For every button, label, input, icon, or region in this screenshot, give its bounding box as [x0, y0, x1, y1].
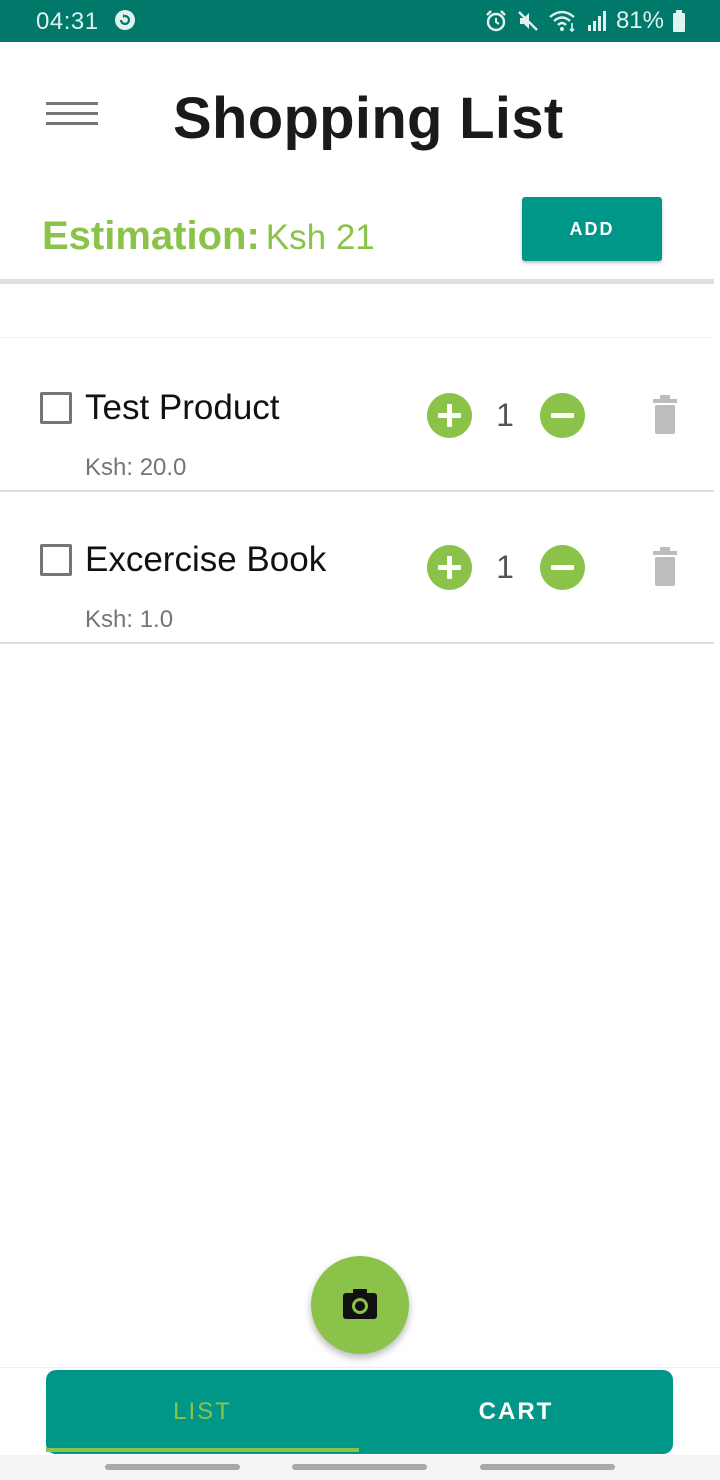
home-button[interactable]: [292, 1464, 427, 1470]
mute-icon: [518, 11, 538, 31]
tab-list[interactable]: LIST: [46, 1370, 359, 1454]
increase-quantity-button[interactable]: [427, 393, 472, 438]
battery-icon: [673, 10, 685, 32]
camera-button[interactable]: [311, 1256, 409, 1354]
decrease-quantity-button[interactable]: [540, 545, 585, 590]
tab-cart[interactable]: CART: [359, 1370, 673, 1454]
wifi-icon: [549, 10, 575, 33]
estimation-label: Estimation:: [42, 214, 260, 258]
item-price: Ksh: 1.0: [85, 606, 174, 633]
item-name: Test Product: [85, 388, 280, 427]
camera-icon: [343, 1289, 377, 1319]
item-name: Excercise Book: [85, 540, 327, 579]
add-button[interactable]: ADD: [522, 197, 662, 261]
back-button[interactable]: [480, 1464, 615, 1470]
status-bar: 04:31 81%: [0, 0, 720, 42]
system-nav-bar: [0, 1455, 720, 1480]
list-item: Test Product Ksh: 20.0 1: [0, 338, 714, 492]
recent-apps-button[interactable]: [105, 1464, 240, 1470]
item-quantity: 1: [496, 549, 514, 585]
decrease-quantity-button[interactable]: [540, 393, 585, 438]
item-price: Ksh: 20.0: [85, 454, 187, 481]
estimation: Estimation: Ksh 21: [42, 214, 375, 259]
trash-icon[interactable]: [653, 546, 677, 586]
list-item: Excercise Book Ksh: 1.0 1: [0, 490, 714, 644]
estimation-value: Ksh 21: [265, 218, 375, 257]
sync-icon: [115, 10, 135, 30]
bottom-nav: LIST CART: [46, 1370, 673, 1454]
item-checkbox[interactable]: [40, 544, 72, 576]
alarm-icon: [486, 10, 506, 32]
item-checkbox[interactable]: [40, 392, 72, 424]
bottom-divider: [0, 1367, 720, 1368]
status-icons: 81%: [484, 7, 686, 35]
hamburger-menu-icon[interactable]: [46, 102, 98, 126]
signal-icon: [587, 11, 606, 31]
battery-percent: 81%: [615, 7, 664, 34]
header-divider: [0, 279, 714, 284]
item-quantity: 1: [496, 397, 514, 433]
increase-quantity-button[interactable]: [427, 545, 472, 590]
status-time: 04:31: [36, 8, 99, 35]
page-title: Shopping List: [173, 86, 564, 151]
active-tab-indicator: [46, 1448, 359, 1452]
trash-icon[interactable]: [653, 394, 677, 434]
